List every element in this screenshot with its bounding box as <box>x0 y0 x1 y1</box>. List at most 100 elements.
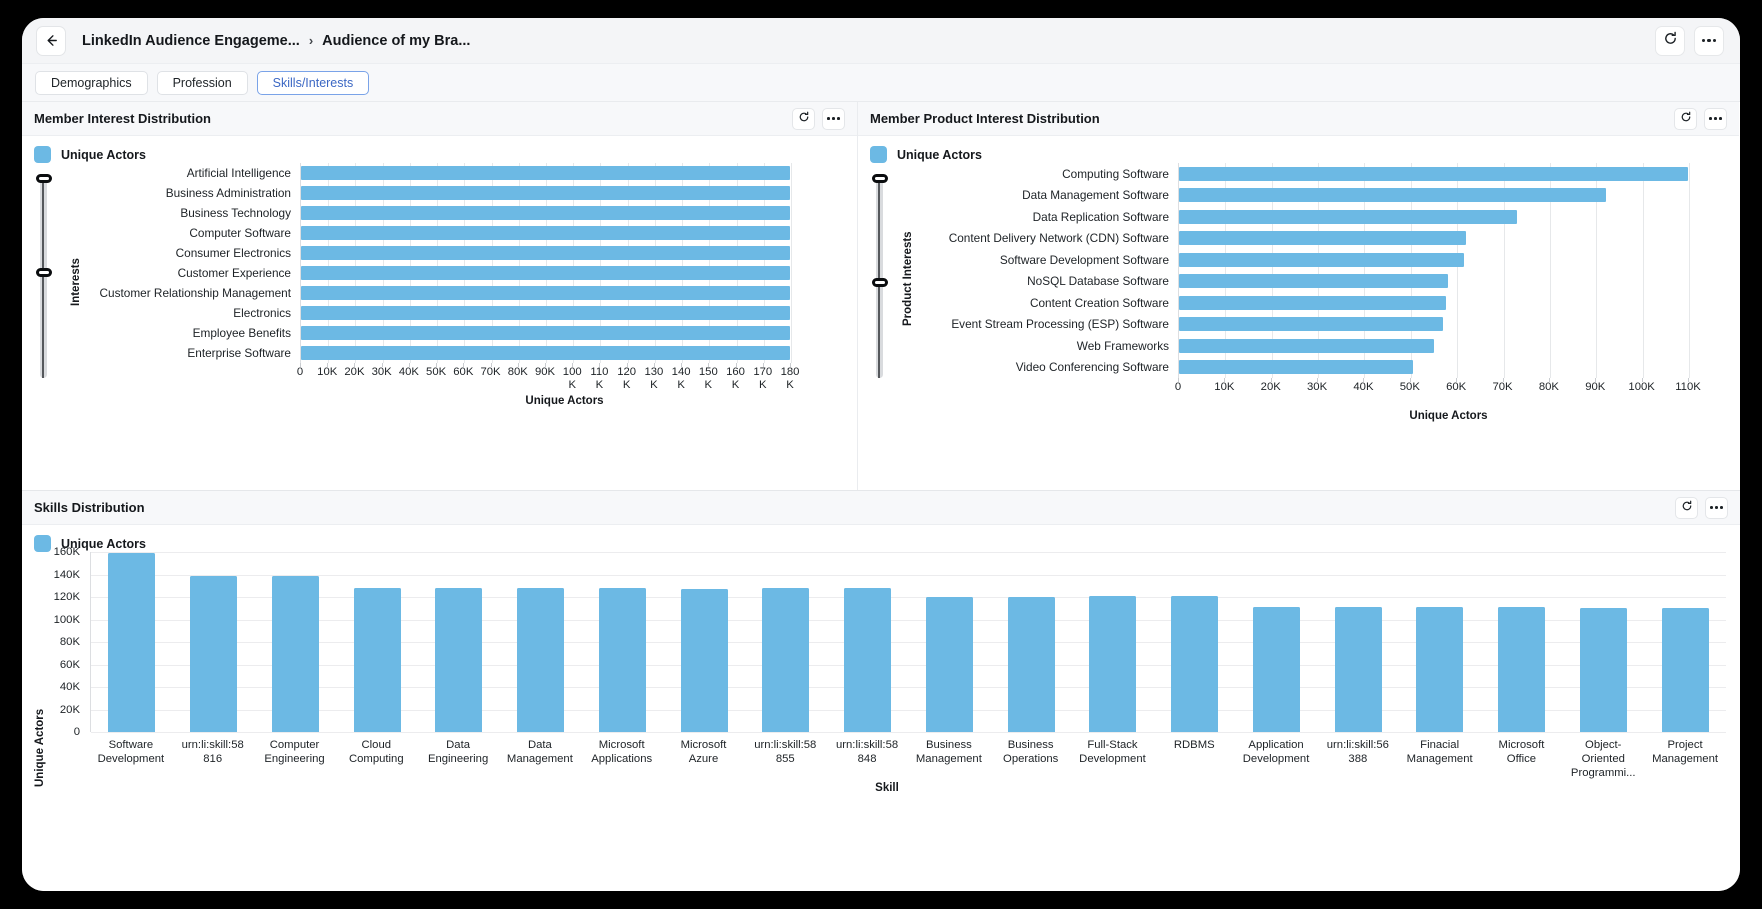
bar[interactable] <box>271 575 319 732</box>
x-tick-label: Microsoft Azure <box>680 739 727 765</box>
bar[interactable] <box>301 306 790 320</box>
panel-member-interest: Member Interest Distribution Unique Acto… <box>22 102 858 490</box>
bar[interactable] <box>1179 231 1467 246</box>
bar[interactable] <box>1179 209 1518 224</box>
bar[interactable] <box>1416 607 1464 732</box>
tab-profession[interactable]: Profession <box>156 70 248 95</box>
breadcrumb-current[interactable]: Audience of my Bra... <box>322 33 470 49</box>
bar[interactable] <box>301 326 790 340</box>
bar[interactable] <box>1334 607 1382 732</box>
x-tick-label: 100K <box>1628 381 1655 393</box>
bar[interactable] <box>1007 597 1055 732</box>
legend-swatch-unique-actors[interactable] <box>34 146 51 163</box>
x-tick-label: 180 K <box>780 366 800 391</box>
bar[interactable] <box>925 597 973 732</box>
x-tick-label: 80K <box>1538 381 1559 393</box>
category-label: Customer Experience <box>177 266 291 280</box>
refresh-button[interactable] <box>1655 25 1685 56</box>
bar[interactable] <box>435 588 483 732</box>
y-tick-label: 20K <box>59 703 80 716</box>
slider-handle-upper[interactable] <box>35 174 52 183</box>
bar[interactable] <box>1089 595 1137 732</box>
slider-handle-lower[interactable] <box>35 268 52 277</box>
bar-row <box>1179 357 1688 379</box>
x-tick-label: Finacial Management <box>1406 739 1473 765</box>
bar[interactable] <box>517 588 565 732</box>
bar-row <box>1179 249 1688 271</box>
panel-skills-more-button[interactable] <box>1705 496 1728 519</box>
bar[interactable] <box>1179 317 1444 332</box>
panel-skills-actions <box>1675 496 1728 519</box>
y-tick-label: 40K <box>59 681 80 693</box>
back-button[interactable] <box>36 25 66 56</box>
bar[interactable] <box>1252 607 1300 732</box>
more-options-button[interactable] <box>1694 25 1724 56</box>
bar[interactable] <box>301 186 790 200</box>
panel-skills-refresh-button[interactable] <box>1675 496 1698 519</box>
axis-label-unique-actors-left: Unique Actors <box>525 395 604 407</box>
bar[interactable] <box>301 286 790 300</box>
panel-skills-body: Unique Actors Unique Actors 0 20K 40K 60K 80… <box>22 525 1740 891</box>
category-label: Enterprise Software <box>187 346 291 360</box>
bar[interactable] <box>1179 274 1448 289</box>
chart-member-interest: Artificial Intelligence Business Administ… <box>22 163 857 393</box>
x-tick-label: RDBMS <box>1173 739 1215 751</box>
bar[interactable] <box>844 588 892 732</box>
bar[interactable] <box>301 266 790 280</box>
x-tick-label: Object-Oriented Programmi... <box>1570 739 1636 779</box>
panel-product-interest-more-button[interactable] <box>1704 107 1727 130</box>
bar[interactable] <box>301 206 790 220</box>
bar[interactable] <box>301 246 790 260</box>
category-label: Business Technology <box>180 206 291 220</box>
category-label: Software Development Software <box>999 252 1169 267</box>
horizontal-bar-chart: Computing Software Data Management Softwa… <box>910 163 1739 378</box>
slider-handle-upper[interactable] <box>871 174 888 183</box>
product-interests-range-slider[interactable] <box>871 174 888 378</box>
bar[interactable] <box>1179 188 1606 203</box>
panel-member-interest-refresh-button[interactable] <box>792 107 815 130</box>
bar[interactable] <box>301 226 790 240</box>
bar[interactable] <box>1661 608 1709 732</box>
bar[interactable] <box>1579 608 1627 732</box>
bar[interactable] <box>598 588 646 732</box>
x-tick-label: Microsoft Applications <box>591 739 653 765</box>
bar[interactable] <box>1179 338 1434 353</box>
bar-slot <box>173 552 255 732</box>
bar[interactable] <box>353 588 401 732</box>
more-options-icon <box>1709 117 1722 120</box>
slider-handle-lower[interactable] <box>871 278 888 287</box>
bar[interactable] <box>1179 252 1465 267</box>
refresh-icon <box>798 110 810 128</box>
interests-range-slider[interactable] <box>35 174 52 378</box>
bar[interactable] <box>301 166 790 180</box>
legend-swatch-unique-actors[interactable] <box>34 535 51 552</box>
more-options-icon <box>1710 506 1723 509</box>
panel-member-interest-actions <box>792 107 845 130</box>
bar-row <box>301 163 790 183</box>
x-tick-label: Business Management <box>915 739 982 765</box>
tab-demographics[interactable]: Demographics <box>35 70 148 95</box>
bar[interactable] <box>1498 607 1546 732</box>
bar[interactable] <box>1179 166 1688 181</box>
bar[interactable] <box>1171 595 1219 732</box>
x-tick-label: urn:li:skill:56 388 <box>1326 739 1389 765</box>
plot-area <box>300 163 792 363</box>
bar[interactable] <box>680 589 728 732</box>
breadcrumb-parent[interactable]: LinkedIn Audience Engageme... <box>82 33 300 49</box>
legend-swatch-unique-actors[interactable] <box>870 146 887 163</box>
tab-skills-interests[interactable]: Skills/Interests <box>256 70 370 95</box>
bar-row <box>301 243 790 263</box>
bar[interactable] <box>301 346 790 360</box>
x-tick-label: Project Management <box>1652 739 1719 765</box>
bar[interactable] <box>762 588 810 732</box>
bar[interactable] <box>108 553 156 732</box>
category-label: Computing Software <box>1062 166 1169 181</box>
panel-product-interest-refresh-button[interactable] <box>1674 107 1697 130</box>
x-axis-labels: Software Development urn:li:skill:58 816 C… <box>90 738 1726 780</box>
bar[interactable] <box>1179 360 1414 375</box>
bar[interactable] <box>190 575 238 732</box>
bar[interactable] <box>1179 295 1446 310</box>
y-tick-label: 80K <box>59 636 80 648</box>
panel-member-interest-more-button[interactable] <box>822 107 845 130</box>
bar-row <box>301 283 790 303</box>
